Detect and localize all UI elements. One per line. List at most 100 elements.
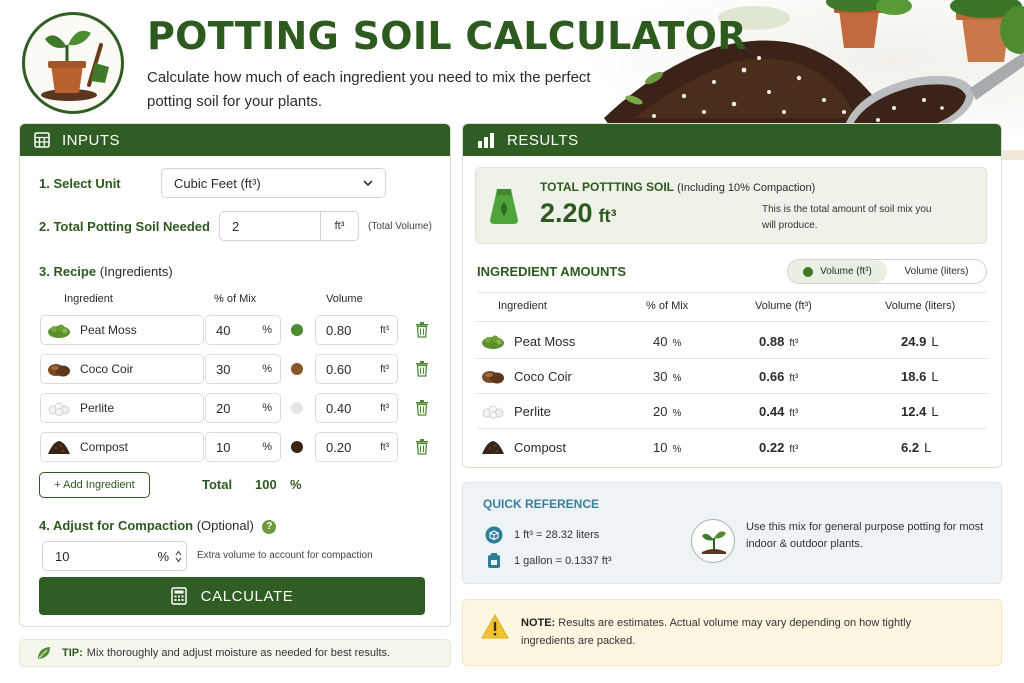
quick-reference-title: QUICK REFERENCE	[483, 497, 600, 511]
ingredient-pct-input[interactable]: 10 %	[205, 432, 281, 462]
reference-item: 1 gallon = 0.1337 ft³	[485, 552, 612, 570]
row-vol-ft-value: 0.22	[759, 440, 785, 455]
table-row: Coco Coir 30% 0.66 ft³ 18.6 L	[477, 359, 987, 393]
row-vol-ft-unit: ft³	[789, 408, 799, 419]
unit-select[interactable]: Cubic Feet (ft³)	[161, 168, 386, 198]
row-pct: 30%	[653, 369, 681, 384]
compaction-input[interactable]: 10 %	[42, 541, 187, 571]
ingredient-amounts-title: INGREDIENT AMOUNTS	[477, 264, 627, 279]
page-header: POTTING SOIL CALCULATOR Calculate how mu…	[0, 0, 1024, 160]
ingredient-pct-value: 30	[216, 361, 231, 377]
total-soil-note: This is the total amount of soil mix you…	[762, 204, 932, 231]
potted-seedling-icon	[41, 30, 109, 101]
note-label: NOTE:	[521, 617, 556, 629]
coco-coir-icon	[48, 364, 70, 377]
help-icon[interactable]: ?	[262, 519, 277, 534]
ingredient-volume-value: 0.60	[326, 361, 352, 377]
row-vol-l: 12.4 L	[901, 404, 939, 419]
spinner-arrows-icon[interactable]	[175, 550, 182, 563]
row-name: Peat Moss	[514, 334, 576, 349]
row-pct-value: 40	[653, 334, 668, 349]
warning-icon	[481, 614, 509, 639]
row-vol-ft-value: 0.66	[759, 369, 785, 384]
tip-text: Mix thoroughly and adjust moisture as ne…	[86, 647, 391, 659]
pct-unit: %	[262, 441, 272, 453]
calculate-button[interactable]: CALCULATE	[39, 577, 425, 615]
calculator-icon	[170, 587, 187, 605]
jug-icon	[488, 553, 500, 568]
toggle-volume-liters-label: Volume (liters)	[904, 266, 969, 277]
trash-icon[interactable]	[415, 322, 429, 338]
note-text: NOTE: Results are estimates. Actual volu…	[521, 614, 941, 650]
volume-unit: ft³	[380, 402, 389, 414]
inputs-heading: INPUTS	[62, 131, 121, 149]
ingredient-pct-value: 20	[216, 400, 231, 416]
calculator-icon	[34, 132, 50, 148]
row-vol-ft: 0.22 ft³	[759, 440, 798, 455]
toggle-volume-liters[interactable]: Volume (liters)	[887, 260, 986, 283]
pct-unit: %	[262, 402, 272, 414]
ingredient-volume-field: 0.80 ft³	[315, 315, 398, 345]
reference-item-text: 1 gallon = 0.1337 ft³	[514, 555, 612, 567]
volume-unit: ft³	[380, 441, 389, 453]
row-vol-l-unit: L	[931, 404, 939, 419]
divider	[477, 292, 987, 293]
ingredient-name-field[interactable]: Coco Coir	[40, 354, 204, 384]
row-pct-value: 20	[653, 404, 668, 419]
total-pct-unit: %	[290, 477, 302, 492]
ingredient-pct-value: 40	[216, 322, 231, 338]
chevron-down-icon	[363, 179, 373, 186]
peat-moss-icon	[48, 324, 70, 338]
row-vol-l: 6.2 L	[901, 440, 931, 455]
results-col-pct: % of Mix	[646, 300, 689, 312]
add-ingredient-button[interactable]: + Add Ingredient	[39, 472, 150, 498]
tip-label: TIP:	[62, 647, 83, 659]
leaf-icon	[38, 647, 50, 659]
calculate-label: CALCULATE	[200, 587, 294, 605]
total-soil-unit: ft³	[598, 206, 617, 226]
trash-icon[interactable]	[415, 439, 429, 455]
bar-chart-icon	[478, 133, 494, 148]
total-label: Total	[202, 477, 233, 492]
ingredient-color-dot	[291, 402, 303, 414]
ingredient-name-field[interactable]: Peat Moss	[40, 315, 204, 345]
row-vol-ft-unit: ft³	[789, 444, 799, 455]
ingredient-name-field[interactable]: Compost	[40, 432, 204, 462]
results-col-vol-l: Volume (liters)	[885, 300, 956, 312]
toggle-volume-ft[interactable]: Volume (ft³)	[788, 260, 887, 283]
ingredient-pct-input[interactable]: 30 %	[205, 354, 281, 384]
divider	[477, 428, 987, 429]
total-volume-note: (Total Volume)	[368, 221, 432, 232]
ingredient-volume-value: 0.80	[326, 322, 352, 338]
ingredient-pct-input[interactable]: 20 %	[205, 393, 281, 423]
ingredient-volume-field: 0.20 ft³	[315, 432, 398, 462]
results-col-vol-ft: Volume (ft³)	[755, 300, 812, 312]
row-pct: 40%	[653, 334, 681, 349]
ingredient-name-field[interactable]: Perlite	[40, 393, 204, 423]
coco-coir-icon	[482, 371, 504, 384]
row-pct-unit: %	[672, 408, 682, 419]
total-needed-input[interactable]: 2 ft³	[219, 211, 359, 241]
quick-reference-box: QUICK REFERENCE 1 ft³ = 28.32 liters 1 g…	[462, 482, 1002, 584]
recipe-label-sub: (Ingredients)	[99, 264, 173, 279]
row-vol-l: 24.9 L	[901, 334, 939, 349]
cube-icon	[485, 526, 503, 544]
page-title: POTTING SOIL CALCULATOR	[147, 14, 747, 58]
toggle-volume-ft-label: Volume (ft³)	[820, 266, 872, 277]
total-soil-label-sub: (Including 10% Compaction)	[677, 182, 816, 194]
trash-icon[interactable]	[415, 361, 429, 377]
total-soil-label-text: TOTAL POTTTING SOIL	[540, 180, 674, 194]
compaction-label: 4. Adjust for Compaction (Optional) ?	[39, 518, 277, 534]
seedling-badge	[691, 519, 735, 563]
ingredient-pct-input[interactable]: 40 %	[205, 315, 281, 345]
row-pct-unit: %	[672, 373, 682, 384]
total-needed-unit: ft³	[320, 212, 358, 240]
total-soil-value: 2.20 ft³	[540, 198, 617, 229]
perlite-icon	[482, 405, 504, 419]
trash-icon[interactable]	[415, 400, 429, 416]
compost-icon	[482, 441, 504, 454]
divider	[477, 321, 987, 322]
note-box: NOTE: Results are estimates. Actual volu…	[462, 599, 1002, 666]
total-soil-box: TOTAL POTTTING SOIL (Including 10% Compa…	[475, 167, 987, 244]
row-pct-value: 30	[653, 369, 668, 384]
